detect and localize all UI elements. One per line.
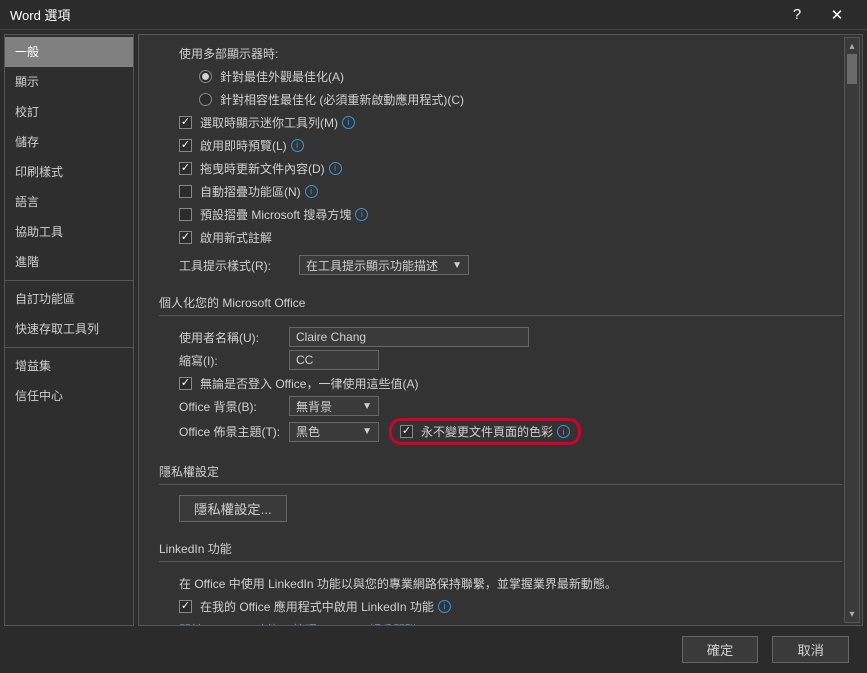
info-icon[interactable] <box>355 208 368 221</box>
check-always-use[interactable] <box>179 377 192 390</box>
office-theme-label: Office 佈景主題(T): <box>179 423 289 440</box>
radio-best-appearance-label: 針對最佳外觀最佳化(A) <box>220 68 344 85</box>
sidebar-item[interactable]: 一般 <box>5 37 133 67</box>
radio-compat[interactable] <box>199 93 212 106</box>
sidebar-item[interactable]: 快速存取工具列 <box>5 314 133 344</box>
chevron-down-icon: ▼ <box>362 401 372 412</box>
radio-best-appearance[interactable] <box>199 70 212 83</box>
tooltip-style-value: 在工具提示顯示功能描述 <box>306 257 438 274</box>
help-button[interactable]: ? <box>777 6 817 23</box>
sidebar-item[interactable]: 自訂功能區 <box>5 284 133 314</box>
chevron-down-icon: ▼ <box>452 260 462 271</box>
sidebar-item[interactable]: 協助工具 <box>5 217 133 247</box>
initials-label: 縮寫(I): <box>179 352 289 369</box>
info-icon[interactable] <box>557 425 570 438</box>
check-always-use-label: 無論是否登入 Office，一律使用這些值(A) <box>200 375 418 392</box>
scroll-thumb[interactable] <box>847 54 857 84</box>
sidebar-item[interactable]: 語言 <box>5 187 133 217</box>
username-input[interactable] <box>289 327 529 347</box>
office-theme-value: 黑色 <box>296 423 320 440</box>
privacy-settings-button[interactable]: 隱私權設定... <box>179 495 287 522</box>
check-collapse-search-label: 預設摺疊 Microsoft 搜尋方塊 <box>200 206 351 223</box>
ok-button[interactable]: 確定 <box>682 636 759 663</box>
check-mini-toolbar-label: 選取時顯示迷你工具列(M) <box>200 114 338 131</box>
section-personalize: 個人化您的 Microsoft Office <box>159 294 842 316</box>
check-linkedin-enable[interactable] <box>179 600 192 613</box>
linkedin-desc: 在 Office 中使用 LinkedIn 功能以與您的專業網路保持聯繫，並掌握… <box>159 572 842 594</box>
check-new-comments-label: 啟用新式註解 <box>200 229 272 246</box>
check-linkedin-enable-label: 在我的 Office 應用程式中啟用 LinkedIn 功能 <box>200 598 434 615</box>
scroll-up-icon[interactable]: ▴ <box>845 38 859 54</box>
check-drag-update-label: 拖曳時更新文件內容(D) <box>200 160 325 177</box>
check-never-change-color[interactable] <box>400 425 413 438</box>
sidebar-item[interactable]: 顯示 <box>5 67 133 97</box>
sidebar-item[interactable]: 儲存 <box>5 127 133 157</box>
chevron-down-icon: ▼ <box>362 426 372 437</box>
sidebar-item[interactable]: 印刷樣式 <box>5 157 133 187</box>
sidebar-item[interactable]: 校訂 <box>5 97 133 127</box>
section-privacy: 隱私權設定 <box>159 463 842 485</box>
scroll-down-icon[interactable]: ▾ <box>845 606 859 622</box>
link-manage-linkedin[interactable]: 管理 LinkedIn 帳戶關聯 <box>293 621 417 626</box>
window-title: Word 選項 <box>10 5 777 24</box>
check-collapse-search[interactable] <box>179 208 192 221</box>
dialog-footer: 確定 取消 <box>0 630 867 668</box>
link-about-linkedin[interactable]: 關於 LinkedIn 功能 <box>179 621 279 626</box>
sidebar-item[interactable]: 增益集 <box>5 351 133 381</box>
office-bg-value: 無背景 <box>296 398 332 415</box>
check-live-preview-label: 啟用即時預覽(L) <box>200 137 287 154</box>
sidebar-item[interactable]: 進階 <box>5 247 133 277</box>
sidebar-item[interactable]: 信任中心 <box>5 381 133 411</box>
check-auto-collapse-label: 自動摺疊功能區(N) <box>200 183 301 200</box>
vertical-scrollbar[interactable]: ▴ ▾ <box>844 37 860 623</box>
office-bg-label: Office 背景(B): <box>179 398 289 415</box>
check-new-comments[interactable] <box>179 231 192 244</box>
radio-compat-label: 針對相容性最佳化 (必須重新啟動應用程式)(C) <box>220 91 464 108</box>
check-drag-update[interactable] <box>179 162 192 175</box>
cancel-button[interactable]: 取消 <box>772 636 849 663</box>
info-icon[interactable] <box>342 116 355 129</box>
highlighted-option: 永不變更文件頁面的色彩 <box>389 418 581 445</box>
tooltip-style-label: 工具提示樣式(R): <box>179 257 299 274</box>
info-icon[interactable] <box>329 162 342 175</box>
check-auto-collapse[interactable] <box>179 185 192 198</box>
check-live-preview[interactable] <box>179 139 192 152</box>
multi-display-label: 使用多部顯示器時: <box>159 42 842 64</box>
check-never-change-color-label: 永不變更文件頁面的色彩 <box>421 423 553 440</box>
info-icon[interactable] <box>305 185 318 198</box>
tooltip-style-select[interactable]: 在工具提示顯示功能描述 ▼ <box>299 255 469 275</box>
info-icon[interactable] <box>438 600 451 613</box>
username-label: 使用者名稱(U): <box>179 329 289 346</box>
office-bg-select[interactable]: 無背景 ▼ <box>289 396 379 416</box>
check-mini-toolbar[interactable] <box>179 116 192 129</box>
initials-input[interactable] <box>289 350 379 370</box>
main-panel: 使用多部顯示器時: 針對最佳外觀最佳化(A) 針對相容性最佳化 (必須重新啟動應… <box>138 34 863 626</box>
sidebar: 一般顯示校訂儲存印刷樣式語言協助工具進階自訂功能區快速存取工具列增益集信任中心 <box>4 34 134 626</box>
info-icon[interactable] <box>291 139 304 152</box>
office-theme-select[interactable]: 黑色 ▼ <box>289 422 379 442</box>
close-button[interactable]: ✕ <box>817 6 857 24</box>
section-linkedin: LinkedIn 功能 <box>159 540 842 562</box>
title-bar: Word 選項 ? ✕ <box>0 0 867 30</box>
